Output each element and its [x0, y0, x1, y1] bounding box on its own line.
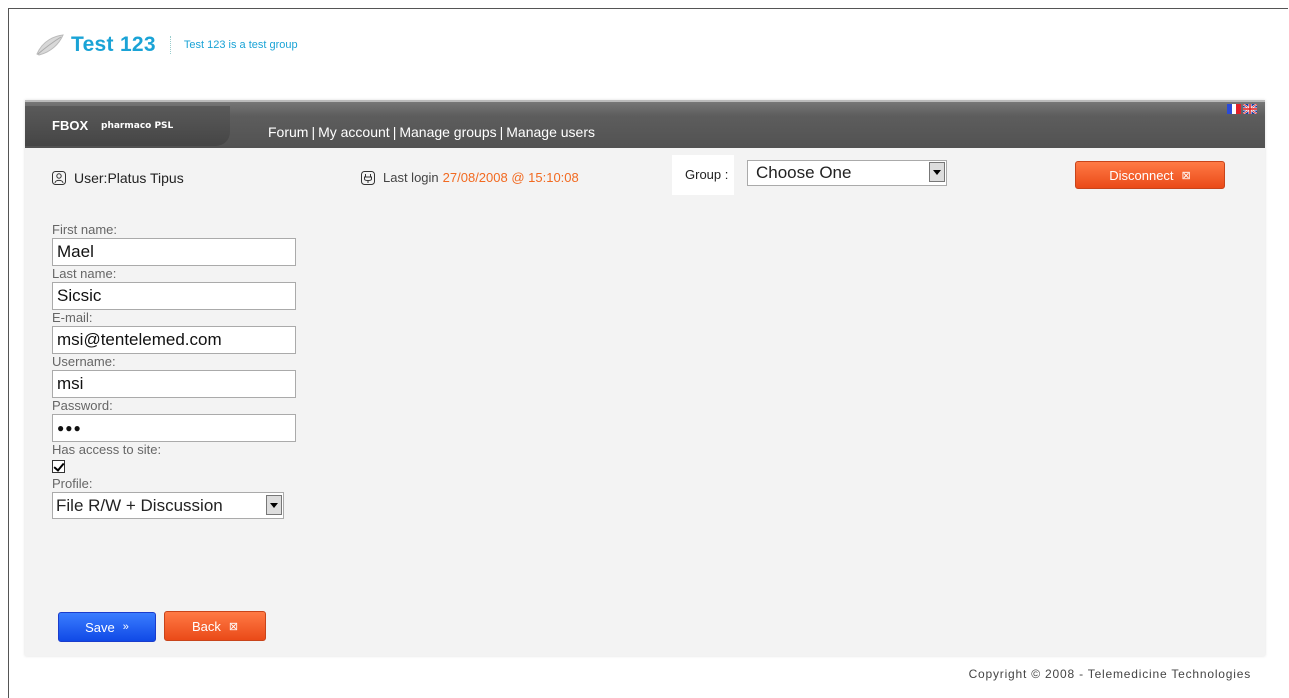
profile-select[interactable]: File R/W + Discussion: [52, 492, 284, 519]
brand-tab: FBOX pharmaco PSL: [25, 106, 230, 146]
last-login-info: Last login 27/08/2008 @ 15:10:08: [361, 170, 579, 185]
nav-link-forum[interactable]: Forum: [268, 124, 308, 140]
language-flags: [1227, 104, 1257, 114]
close-icon: ⊠: [228, 620, 239, 633]
close-icon: ⊠: [1181, 169, 1191, 182]
disconnect-label: Disconnect: [1109, 167, 1174, 183]
nav-separator: |: [392, 124, 397, 140]
nav-link-manage-groups[interactable]: Manage groups: [399, 124, 496, 140]
user-info: User:Platus Tipus: [52, 170, 184, 186]
navbar: FBOX pharmaco PSL Forum | My account | M…: [25, 100, 1265, 148]
brand-name: FBOX: [52, 118, 89, 133]
group-select-value: Choose One: [756, 163, 852, 182]
first-name-label: First name:: [52, 222, 118, 237]
email-field[interactable]: msi@tentelemed.com: [52, 326, 296, 354]
last-login-value: 27/08/2008 @ 15:10:08: [442, 170, 579, 185]
username-label: Username:: [52, 354, 116, 369]
nav-links: Forum | My account | Manage groups | Man…: [268, 124, 595, 140]
user-form: First name: Mael Last name: Sicsic E-mai…: [52, 222, 296, 519]
password-label: Password:: [52, 398, 113, 413]
plug-icon: [361, 170, 375, 185]
password-field[interactable]: ●●●: [52, 414, 296, 442]
disconnect-button[interactable]: Disconnect ⊠: [1075, 161, 1225, 189]
username-field[interactable]: msi: [52, 370, 296, 398]
first-name-field[interactable]: Mael: [52, 238, 296, 266]
uk-flag-icon[interactable]: [1243, 104, 1257, 114]
profile-select-value: File R/W + Discussion: [56, 496, 223, 515]
profile-label: Profile:: [52, 476, 93, 491]
main-panel: FBOX pharmaco PSL Forum | My account | M…: [25, 100, 1265, 656]
french-flag-icon[interactable]: [1227, 104, 1241, 114]
group-description: Test 123 is a test group: [183, 39, 298, 51]
back-button[interactable]: Back ⊠: [164, 611, 266, 641]
group-title: Test 123: [71, 33, 156, 56]
nav-link-my-account[interactable]: My account: [318, 124, 390, 140]
access-label: Has access to site:: [52, 442, 162, 457]
header-divider: [169, 36, 172, 54]
save-button[interactable]: Save »: [58, 612, 156, 642]
email-label: E-mail:: [52, 310, 93, 325]
group-select[interactable]: Choose One: [747, 160, 947, 186]
leaf-logo-icon: [36, 34, 64, 56]
brand-subtitle: pharmaco PSL: [101, 121, 174, 131]
user-name: User:Platus Tipus: [74, 170, 184, 186]
last-login-label: Last login: [383, 170, 439, 185]
access-checkbox[interactable]: [52, 460, 65, 473]
copyright-text: Copyright © 2008 - Telemedicine Technolo…: [968, 667, 1251, 681]
group-label: Group :: [685, 167, 729, 182]
save-label: Save: [85, 619, 115, 635]
chevron-down-icon[interactable]: [929, 162, 945, 182]
back-label: Back: [191, 618, 221, 634]
user-icon: [52, 171, 66, 185]
nav-separator: |: [311, 124, 316, 140]
nav-link-manage-users[interactable]: Manage users: [506, 124, 595, 140]
double-chevron-right-icon: »: [122, 621, 129, 633]
site-header: Test 123 Test 123 is a test group: [33, 28, 298, 62]
chevron-down-icon[interactable]: [266, 495, 282, 515]
nav-separator: |: [499, 124, 504, 140]
last-name-field[interactable]: Sicsic: [52, 282, 296, 310]
last-name-label: Last name:: [52, 266, 117, 281]
